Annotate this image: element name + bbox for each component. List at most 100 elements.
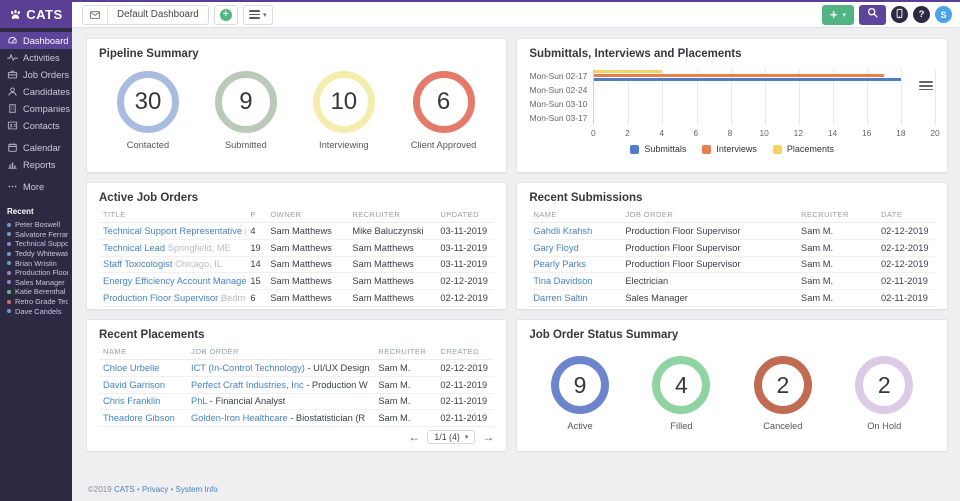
column-header-updated[interactable]: Updated: [436, 207, 495, 223]
recent-title: Recent: [7, 207, 34, 216]
candidate-link[interactable]: Tina Davidson: [533, 276, 592, 286]
candidate-link[interactable]: Gary Floyd: [533, 243, 578, 253]
job-order-link[interactable]: Production Floor Supervisor: [103, 293, 218, 303]
record-type-dot: [7, 289, 11, 294]
column-header-date[interactable]: Date: [877, 207, 935, 223]
stat-label: On Hold: [867, 421, 902, 431]
company-link[interactable]: Perfect Craft Industries, Inc: [191, 380, 304, 390]
chart-x-labels: 0 2 4 6 8 10 12 14 16 18 20: [591, 125, 940, 138]
column-header-job-order[interactable]: Job Order: [187, 344, 375, 360]
company-link[interactable]: PhL: [191, 396, 207, 406]
legend-item-submittals[interactable]: Submittals: [630, 144, 686, 154]
footer-separator: •: [170, 485, 174, 494]
sidebar-item-dashboard[interactable]: Dashboard: [0, 32, 72, 49]
column-header-job-order[interactable]: Job Order: [621, 207, 797, 223]
recent-item[interactable]: Production Floor ...: [7, 268, 68, 278]
y-category-label: Mon-Sun 03-17: [529, 113, 588, 123]
page-select[interactable]: 1/1 (4) ▾: [427, 430, 476, 445]
recruiter-name: Sam Matthews: [352, 242, 414, 253]
y-category-label: Mon-Sun 02-17: [529, 71, 588, 81]
sidebar-item-job-orders[interactable]: Job Orders: [0, 66, 72, 83]
search-button[interactable]: [859, 4, 886, 25]
legend-item-interviews[interactable]: Interviews: [702, 144, 757, 154]
recent-item[interactable]: Salvatore Ferraro: [7, 230, 68, 240]
record-type-dot: [7, 309, 11, 314]
company-link[interactable]: Golden-Iron Healthcare: [191, 413, 288, 423]
user-avatar[interactable]: S: [935, 6, 952, 23]
gauge-icon: [7, 35, 18, 46]
recent-item[interactable]: Sales Manager: [7, 278, 68, 288]
candidate-link[interactable]: Theadore Gibson: [103, 413, 175, 423]
footer-link-cats[interactable]: CATS: [114, 485, 135, 494]
quick-add-button[interactable]: + ▾: [821, 4, 854, 25]
sidebar-item-label: Job Orders: [23, 69, 69, 80]
candidate-link[interactable]: Gahdli Krahsh: [533, 226, 592, 236]
job-order-link[interactable]: Energy Efficiency Account Manager: [103, 276, 246, 286]
dashboard-options-button[interactable]: ▾: [242, 4, 273, 25]
column-header-recruiter[interactable]: Recruiter: [348, 207, 437, 223]
calendar-icon: [7, 142, 18, 153]
column-header-recruiter[interactable]: Recruiter: [374, 344, 437, 360]
created-date: 02-11-2019: [440, 379, 488, 390]
recent-item[interactable]: Peter Boswell: [7, 220, 68, 230]
add-dashboard-button[interactable]: +: [213, 4, 238, 25]
job-order-link[interactable]: Staff Toxicologist: [103, 259, 172, 269]
panel-active-job-orders: Active Job Orders Title P Owner Recruiter Up…: [86, 182, 508, 310]
table-row: Gahdli Krahsh Production Floor Supervisor…: [529, 222, 935, 240]
sidebar-item-companies[interactable]: Companies: [0, 100, 72, 117]
recent-item[interactable]: Katie Berenthal: [7, 287, 68, 297]
column-header-recruiter[interactable]: Recruiter: [797, 207, 877, 223]
sidebar-item-contacts[interactable]: Contacts: [0, 117, 72, 134]
sidebar-item-calendar[interactable]: Calendar: [0, 139, 72, 156]
activity-icon: [7, 52, 18, 63]
bar-submittals: [594, 78, 901, 81]
x-tick-label: 12: [793, 128, 803, 138]
submittals-chart: Mon-Sun 02-17 Mon-Sun 02-24 Mon-Sun 03-10 M…: [529, 69, 940, 154]
stat-label: Interviewing: [318, 140, 369, 150]
column-header-owner[interactable]: Owner: [266, 207, 349, 223]
x-tick-label: 18: [896, 128, 906, 138]
candidate-link[interactable]: Pearly Parks: [533, 259, 586, 269]
candidate-link[interactable]: Chris Franklin: [103, 396, 160, 406]
recent-item[interactable]: Teddy Whitewater: [7, 249, 68, 259]
company-link[interactable]: ICT (In-Control Technology): [191, 363, 305, 373]
pipeline-count: 19: [250, 242, 261, 253]
pipeline-count: 4: [250, 225, 256, 236]
footer-link-privacy[interactable]: Privacy: [142, 485, 168, 494]
prev-page-button[interactable]: ←: [408, 430, 420, 444]
next-page-button[interactable]: →: [482, 430, 494, 444]
candidate-link[interactable]: Chloe Urbelle: [103, 363, 159, 373]
stat-circle: 4: [652, 356, 711, 414]
footer-link-system-info[interactable]: System Info: [175, 485, 217, 494]
created-date: 02-11-2019: [440, 396, 488, 407]
help-button[interactable]: ?: [913, 6, 930, 23]
logo[interactable]: CATS: [0, 0, 72, 28]
support-button[interactable]: [891, 6, 908, 23]
column-header-p[interactable]: P: [246, 207, 267, 223]
stat-label: Canceled: [763, 421, 803, 431]
column-header-title[interactable]: Title: [99, 207, 247, 223]
dashboard-selector[interactable]: Default Dashboard: [82, 4, 209, 25]
panel-submittals-chart: Submittals, Interviews and Placements Mo…: [516, 38, 948, 173]
record-type-dot: [7, 299, 11, 304]
candidate-link[interactable]: David Garrison: [103, 380, 165, 390]
chart-context-menu-button[interactable]: [919, 81, 933, 91]
candidate-link[interactable]: Darren Saltin: [533, 293, 587, 303]
sidebar-item-candidates[interactable]: Candidates: [0, 83, 72, 100]
column-header-created[interactable]: Created: [436, 344, 495, 360]
footer: ©2019 CATS • Privacy • System Info: [72, 485, 960, 501]
x-tick-label: 4: [659, 128, 664, 138]
job-order-link[interactable]: Technical Support Representative: [103, 226, 242, 236]
recent-item[interactable]: Dave Candels: [7, 306, 68, 316]
recent-item[interactable]: Brian Wristin: [7, 258, 68, 268]
sidebar-item-reports[interactable]: Reports: [0, 156, 72, 173]
sidebar-item-more[interactable]: More: [0, 178, 72, 195]
column-header-name[interactable]: Name: [99, 344, 187, 360]
recent-item[interactable]: Retro Grade Techn...: [7, 297, 68, 307]
legend-item-placements[interactable]: Placements: [772, 144, 834, 154]
job-order-link[interactable]: Technical Lead: [103, 243, 165, 253]
recent-item[interactable]: Technical Support...: [7, 239, 68, 249]
sidebar-item-activities[interactable]: Activities: [0, 49, 72, 66]
recruiter-name: Mike Baluczynski: [352, 225, 424, 236]
column-header-name[interactable]: Name: [529, 207, 622, 223]
